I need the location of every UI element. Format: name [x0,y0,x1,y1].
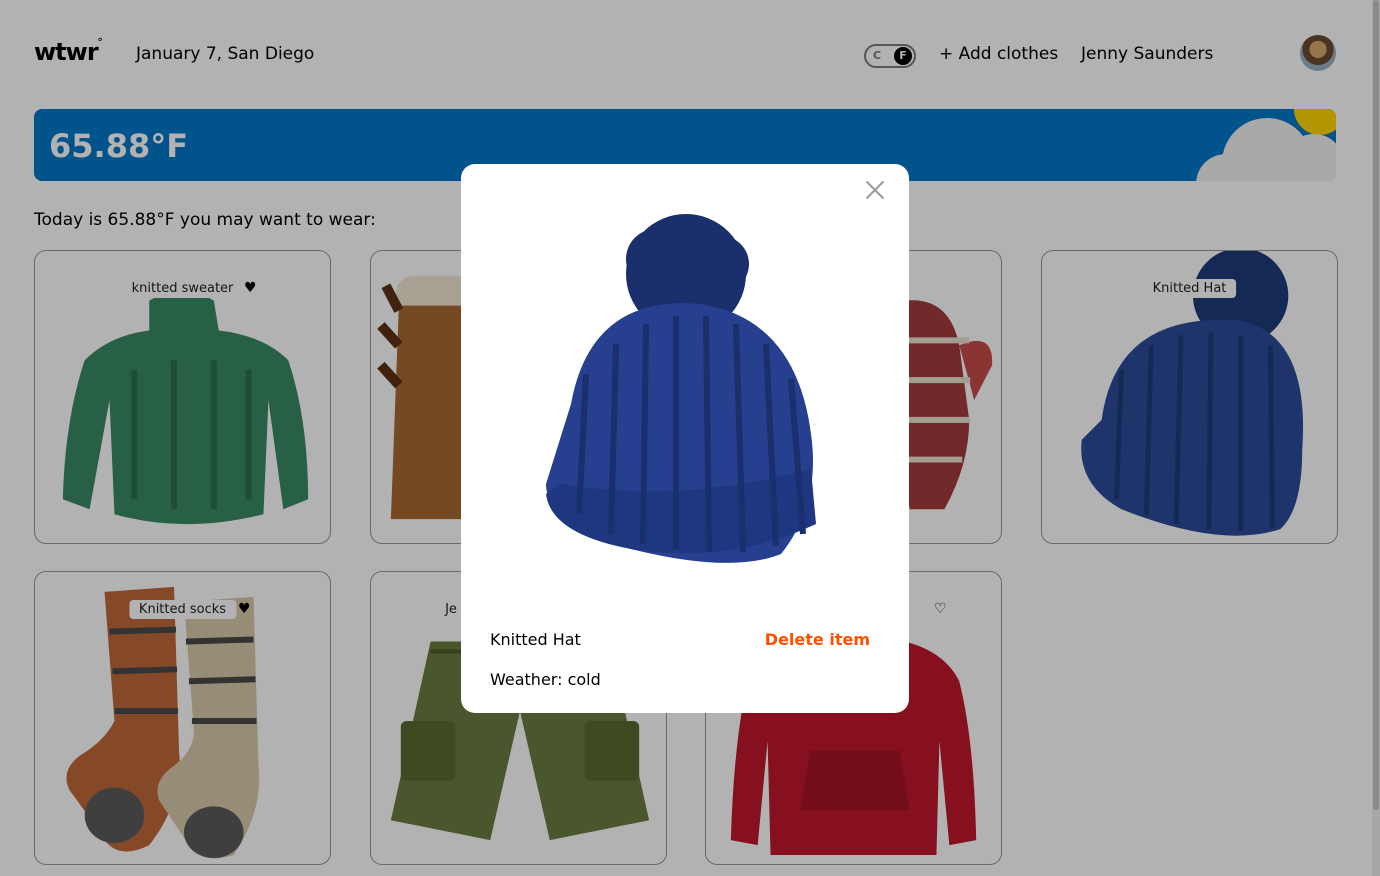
close-icon[interactable] [865,180,885,200]
beanie-icon [546,214,816,563]
item-name: Knitted Hat [490,630,581,649]
item-preview-modal: Knitted Hat Delete item Weather: cold [461,164,909,713]
delete-item-button[interactable]: Delete item [765,630,870,649]
item-weather: Weather: cold [490,670,601,689]
